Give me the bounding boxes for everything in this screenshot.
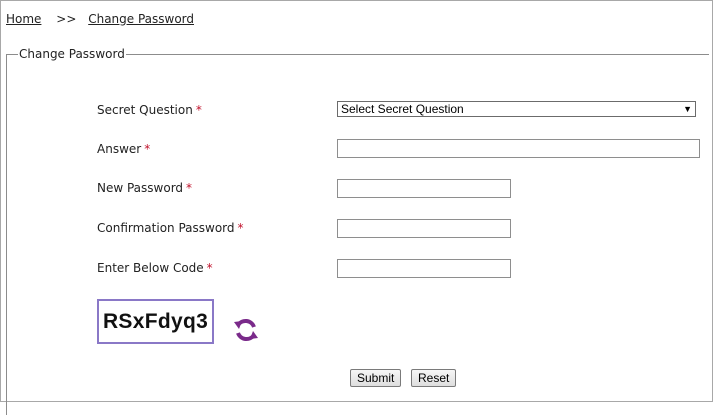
dropdown-arrow-icon: ▼ bbox=[683, 104, 692, 114]
code-label-text: Enter Below Code bbox=[97, 261, 204, 275]
confirm-password-input[interactable] bbox=[337, 219, 511, 238]
breadcrumb-separator: >> bbox=[56, 12, 77, 26]
breadcrumb-current-link[interactable]: Change Password bbox=[88, 12, 194, 26]
new-password-label-text: New Password bbox=[97, 181, 184, 195]
new-password-label: New Password * bbox=[97, 181, 192, 195]
required-marker: * bbox=[237, 221, 244, 235]
secret-question-select[interactable]: Select Secret Question ▼ bbox=[337, 101, 696, 117]
required-marker: * bbox=[206, 261, 213, 275]
secret-question-label-text: Secret Question bbox=[97, 103, 193, 117]
code-input[interactable] bbox=[337, 259, 511, 278]
submit-button[interactable]: Submit bbox=[350, 369, 402, 387]
refresh-icon[interactable] bbox=[233, 317, 259, 343]
confirm-password-label: Confirmation Password * bbox=[97, 221, 244, 235]
required-marker: * bbox=[144, 142, 151, 156]
answer-input[interactable] bbox=[337, 139, 700, 158]
answer-label: Answer * bbox=[97, 142, 150, 156]
required-marker: * bbox=[186, 181, 193, 195]
secret-question-label: Secret Question * bbox=[97, 103, 202, 117]
captcha-image: RSxFdyq3 bbox=[97, 299, 214, 344]
answer-label-text: Answer bbox=[97, 142, 142, 156]
breadcrumb-home-link[interactable]: Home bbox=[6, 12, 41, 26]
reset-button[interactable]: Reset bbox=[411, 369, 457, 387]
fieldset-legend: Change Password bbox=[18, 47, 126, 61]
secret-question-selected: Select Secret Question bbox=[341, 102, 464, 116]
required-marker: * bbox=[195, 103, 202, 117]
code-label: Enter Below Code * bbox=[97, 261, 213, 275]
breadcrumb: Home >> Change Password bbox=[6, 12, 194, 26]
confirm-password-label-text: Confirmation Password bbox=[97, 221, 235, 235]
new-password-input[interactable] bbox=[337, 179, 511, 198]
